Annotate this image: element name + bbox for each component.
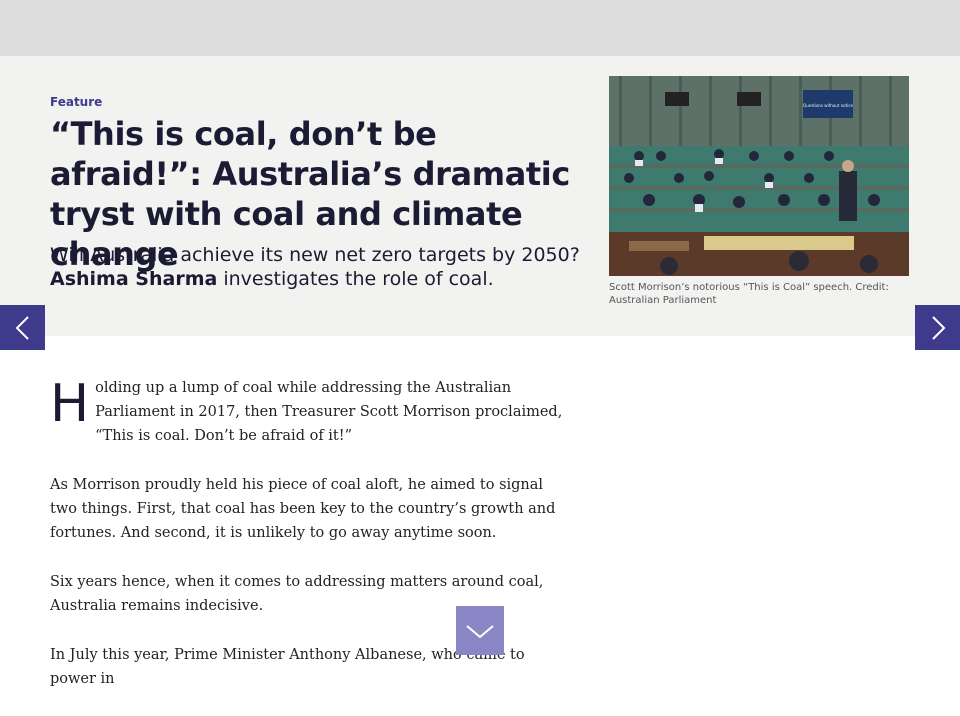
tv-screen-text: Questions without notice [803,103,853,108]
standfirst-text: Will Australia achieve its new net zero … [50,244,580,266]
scroll-down-button[interactable] [456,606,504,655]
chevron-right-icon [931,315,945,340]
standfirst-tail: investigates the role of coal. [217,268,494,290]
parliament-photo: Questions without notice [609,76,909,276]
paragraph: Holding up a lump of coal while addressi… [50,376,570,448]
top-bar [0,0,960,56]
drop-cap: H [50,374,90,434]
article-standfirst: Will Australia achieve its new net zero … [50,243,590,291]
paragraph: As Morrison proudly held his piece of co… [50,477,556,541]
next-article-button[interactable] [915,305,960,350]
article-kicker[interactable]: Feature [50,95,102,109]
paragraph-text: olding up a lump of coal while addressin… [95,380,563,444]
feature-image: Questions without notice [609,76,909,276]
previous-article-button[interactable] [0,305,45,350]
chevron-down-icon [466,624,494,638]
author-name[interactable]: Ashima Sharma [50,268,217,290]
image-caption: Scott Morrison’s notorious “This is Coal… [609,282,889,306]
article-body: Holding up a lump of coal while addressi… [50,376,570,716]
chevron-left-icon [15,315,29,340]
